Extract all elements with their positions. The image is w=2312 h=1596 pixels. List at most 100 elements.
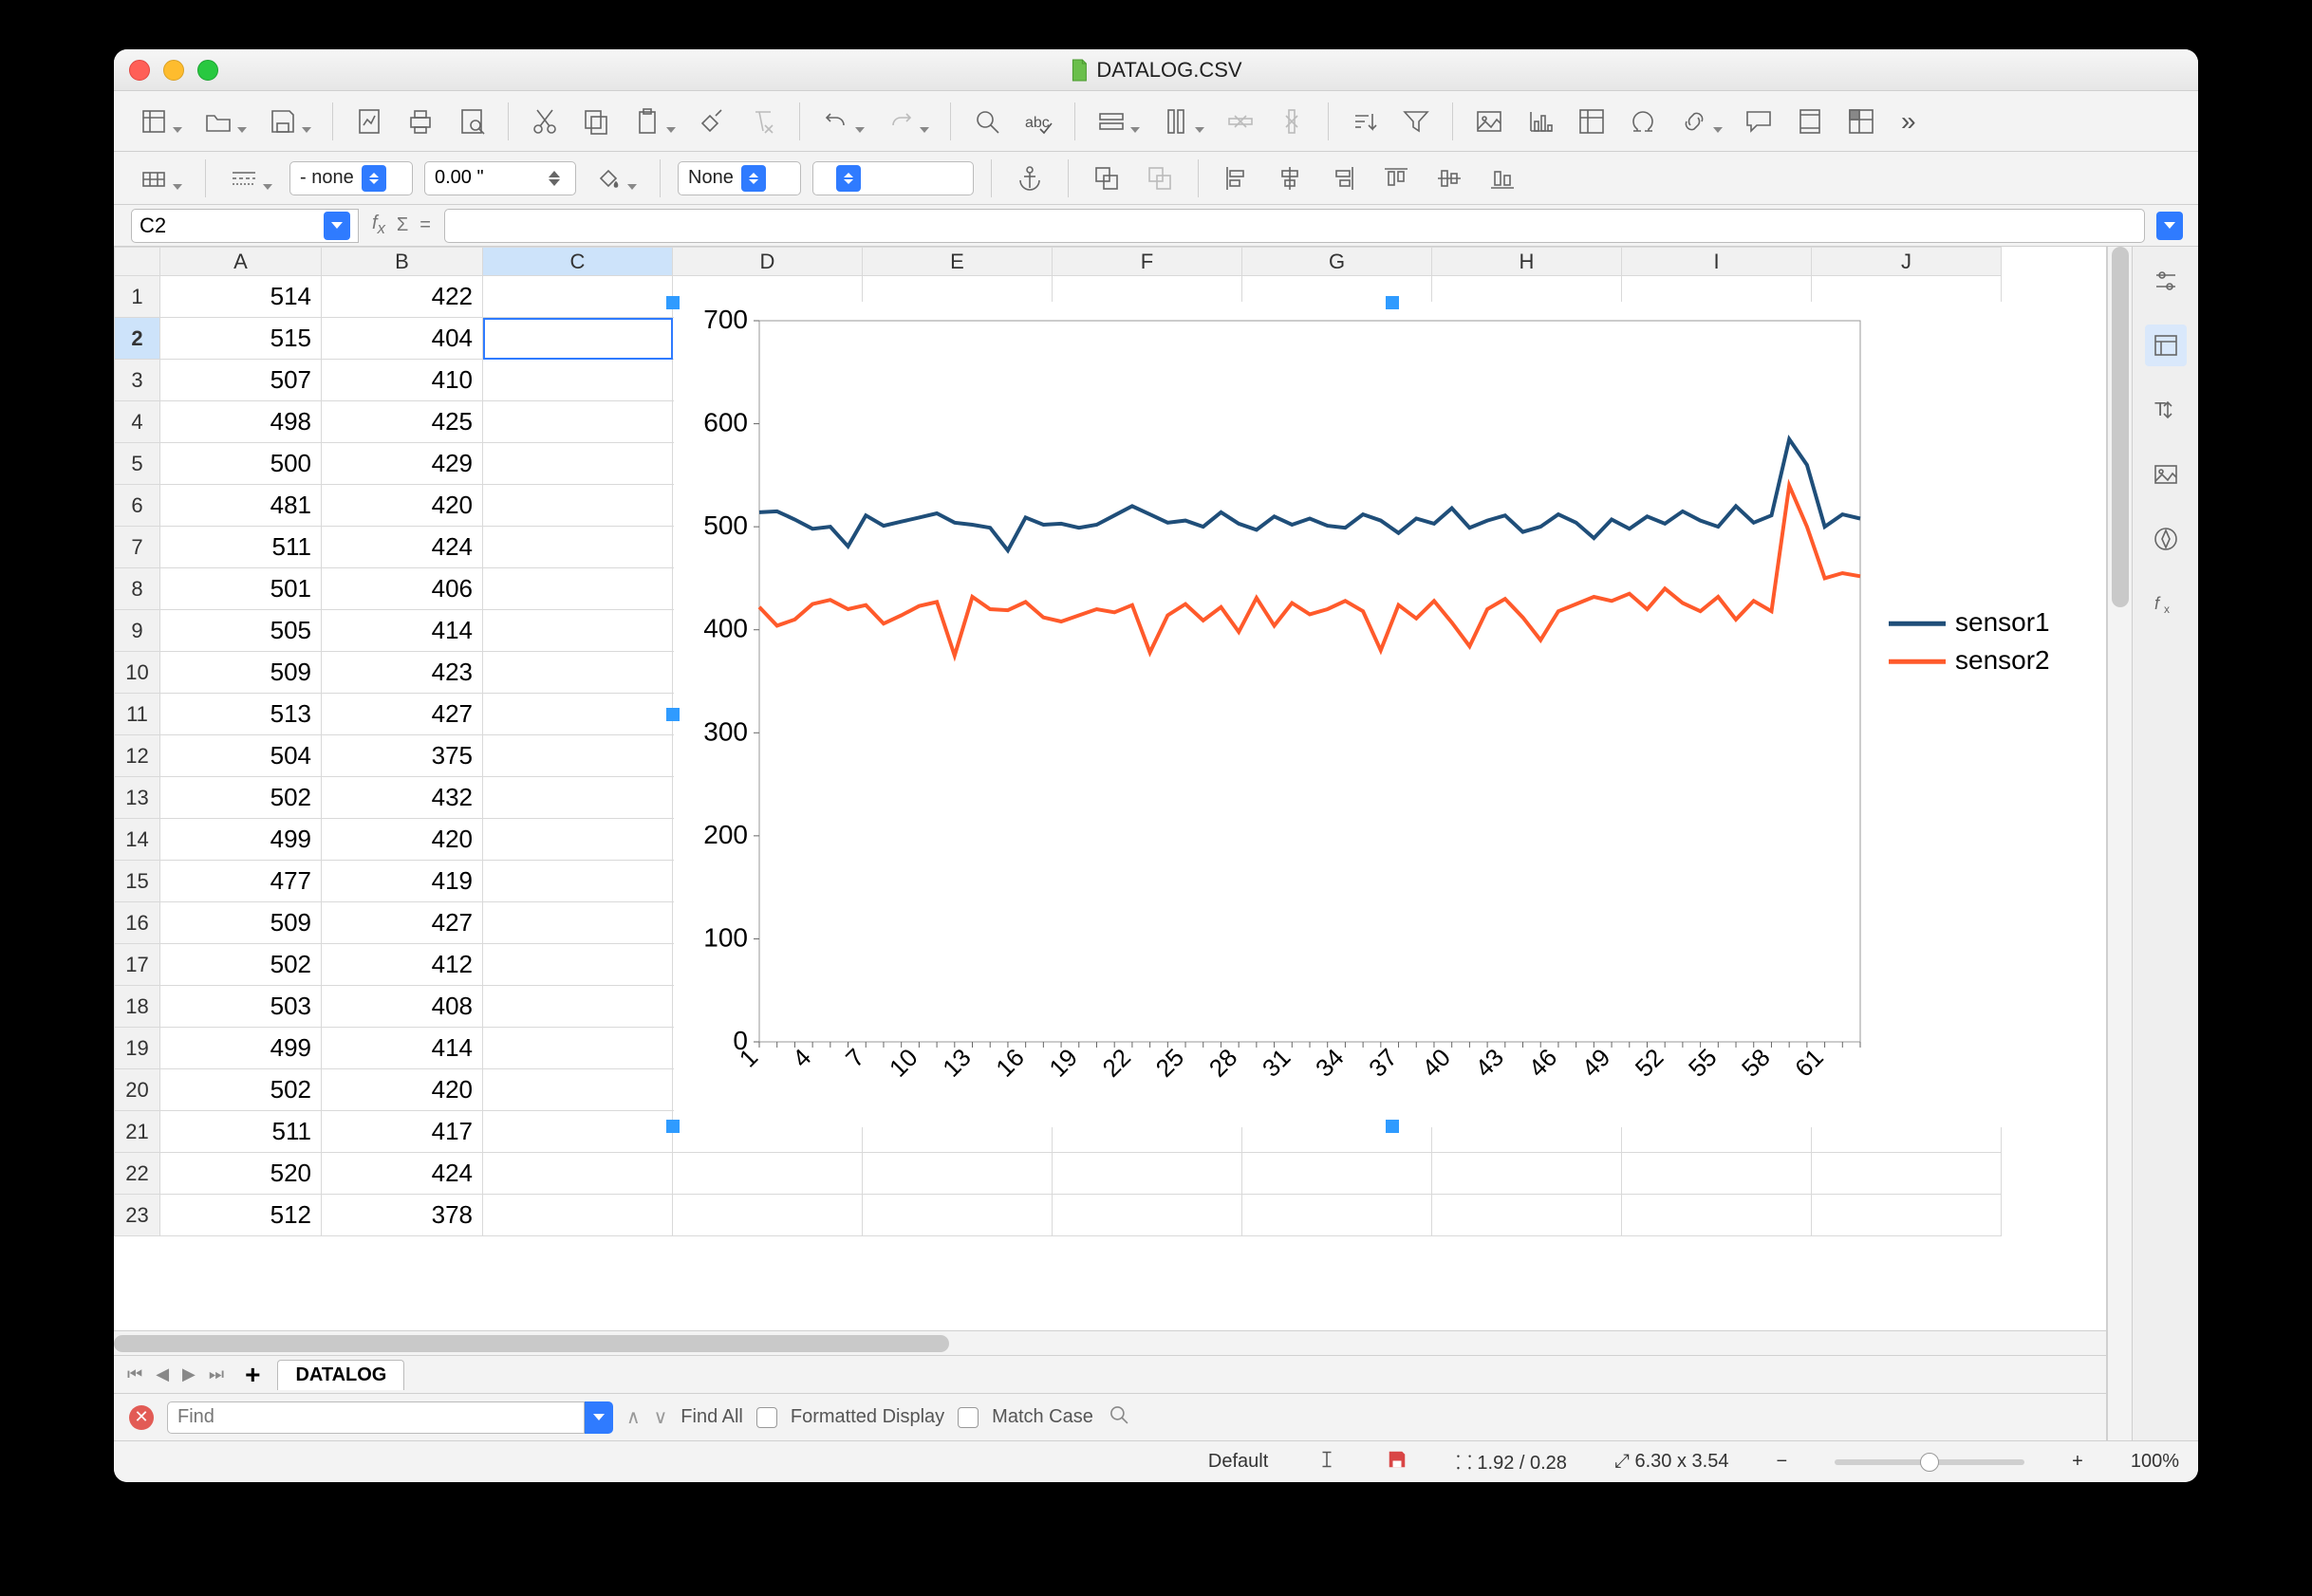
- match-case-checkbox[interactable]: [958, 1407, 979, 1428]
- cell-A11[interactable]: 513: [160, 694, 322, 735]
- sort-button[interactable]: [1344, 101, 1386, 142]
- sidebar-navigator-icon[interactable]: [2145, 518, 2187, 560]
- row-header-3[interactable]: 3: [115, 360, 160, 401]
- cell-A22[interactable]: 520: [160, 1153, 322, 1195]
- cell-A13[interactable]: 502: [160, 777, 322, 819]
- horizontal-scrollbar[interactable]: [114, 1330, 2106, 1355]
- clone-formatting-button[interactable]: [691, 101, 733, 142]
- cell-B7[interactable]: 424: [322, 527, 483, 568]
- cell-B12[interactable]: 375: [322, 735, 483, 777]
- tab-prev-button[interactable]: ◀: [152, 1364, 173, 1384]
- sidebar-properties-icon[interactable]: [2145, 325, 2187, 366]
- cell-C7[interactable]: [483, 527, 673, 568]
- sidebar-styles-icon[interactable]: T: [2145, 389, 2187, 431]
- cell-A6[interactable]: 481: [160, 485, 322, 527]
- align-right-button[interactable]: [1322, 158, 1364, 199]
- cell-A16[interactable]: 509: [160, 902, 322, 944]
- cell-A23[interactable]: 512: [160, 1195, 322, 1236]
- cell-C13[interactable]: [483, 777, 673, 819]
- comment-button[interactable]: [1738, 101, 1780, 142]
- cell-C10[interactable]: [483, 652, 673, 694]
- fill-color-button[interactable]: [587, 158, 643, 199]
- cell-D22[interactable]: [673, 1153, 863, 1195]
- h-scroll-thumb[interactable]: [114, 1335, 949, 1352]
- save-button[interactable]: [262, 101, 317, 142]
- cell-A4[interactable]: 498: [160, 401, 322, 443]
- row-header-23[interactable]: 23: [115, 1195, 160, 1236]
- resize-handle-w[interactable]: [666, 708, 680, 721]
- formula-dropdown[interactable]: [2156, 212, 2183, 240]
- resize-handle-n[interactable]: [1386, 296, 1399, 309]
- print-preview-button[interactable]: [451, 101, 493, 142]
- cell-C11[interactable]: [483, 694, 673, 735]
- sum-button[interactable]: Σ: [397, 214, 408, 236]
- cell-G22[interactable]: [1242, 1153, 1432, 1195]
- sidebar-gallery-icon[interactable]: [2145, 454, 2187, 495]
- cell-H23[interactable]: [1432, 1195, 1622, 1236]
- cell-A18[interactable]: 503: [160, 986, 322, 1028]
- export-pdf-button[interactable]: [348, 101, 390, 142]
- function-wizard-button[interactable]: fx: [372, 213, 385, 238]
- minimize-window-button[interactable]: [163, 60, 184, 81]
- cell-B4[interactable]: 425: [322, 401, 483, 443]
- row-header-20[interactable]: 20: [115, 1069, 160, 1111]
- send-back-button[interactable]: [1139, 158, 1181, 199]
- tab-last-button[interactable]: ⏭: [205, 1364, 228, 1384]
- zoom-in-button[interactable]: +: [2072, 1451, 2083, 1473]
- align-middle-button[interactable]: [1428, 158, 1470, 199]
- open-button[interactable]: [197, 101, 252, 142]
- cell-A19[interactable]: 499: [160, 1028, 322, 1069]
- cell-C21[interactable]: [483, 1111, 673, 1153]
- cell-B13[interactable]: 432: [322, 777, 483, 819]
- cell-B10[interactable]: 423: [322, 652, 483, 694]
- cell-F23[interactable]: [1053, 1195, 1242, 1236]
- find-all-button[interactable]: Find All: [681, 1406, 743, 1428]
- anchor-icon[interactable]: [1009, 158, 1051, 199]
- close-find-button[interactable]: ✕: [129, 1405, 154, 1430]
- cell-A15[interactable]: 477: [160, 861, 322, 902]
- cell-C3[interactable]: [483, 360, 673, 401]
- align-bottom-button[interactable]: [1482, 158, 1523, 199]
- insert-column-button[interactable]: [1155, 101, 1210, 142]
- pivot-table-button[interactable]: [1571, 101, 1613, 142]
- cell-B19[interactable]: 414: [322, 1028, 483, 1069]
- row-header-13[interactable]: 13: [115, 777, 160, 819]
- row-header-4[interactable]: 4: [115, 401, 160, 443]
- cell-C15[interactable]: [483, 861, 673, 902]
- column-header-H[interactable]: H: [1432, 248, 1622, 276]
- find-prev-button[interactable]: ∧: [626, 1405, 641, 1429]
- delete-column-button[interactable]: [1271, 101, 1313, 142]
- line-style-icon[interactable]: [223, 158, 278, 199]
- cell-C5[interactable]: [483, 443, 673, 485]
- formatted-display-checkbox[interactable]: [756, 1407, 777, 1428]
- column-header-J[interactable]: J: [1812, 248, 2002, 276]
- find-search-icon[interactable]: [1107, 1402, 1131, 1433]
- cell-B17[interactable]: 412: [322, 944, 483, 986]
- cell-B18[interactable]: 408: [322, 986, 483, 1028]
- cell-A20[interactable]: 502: [160, 1069, 322, 1111]
- v-scroll-thumb[interactable]: [2112, 247, 2129, 607]
- insert-row-button[interactable]: [1091, 101, 1146, 142]
- delete-row-button[interactable]: [1220, 101, 1261, 142]
- cell-E23[interactable]: [863, 1195, 1053, 1236]
- bring-front-button[interactable]: [1086, 158, 1128, 199]
- cut-button[interactable]: [524, 101, 566, 142]
- insert-chart-button[interactable]: [1520, 101, 1561, 142]
- cell-C19[interactable]: [483, 1028, 673, 1069]
- cell-C18[interactable]: [483, 986, 673, 1028]
- row-header-6[interactable]: 6: [115, 485, 160, 527]
- cell-A7[interactable]: 511: [160, 527, 322, 568]
- cell-B5[interactable]: 429: [322, 443, 483, 485]
- cell-A8[interactable]: 501: [160, 568, 322, 610]
- column-header-C[interactable]: C: [483, 248, 673, 276]
- area-fill-combo[interactable]: [812, 161, 974, 195]
- formula-input[interactable]: [444, 209, 2145, 243]
- cell-C23[interactable]: [483, 1195, 673, 1236]
- column-header-B[interactable]: B: [322, 248, 483, 276]
- cell-J22[interactable]: [1812, 1153, 2002, 1195]
- autofilter-button[interactable]: [1395, 101, 1437, 142]
- row-header-2[interactable]: 2: [115, 318, 160, 360]
- cell-I23[interactable]: [1622, 1195, 1812, 1236]
- anchor-mode-button[interactable]: [133, 158, 188, 199]
- row-header-1[interactable]: 1: [115, 276, 160, 318]
